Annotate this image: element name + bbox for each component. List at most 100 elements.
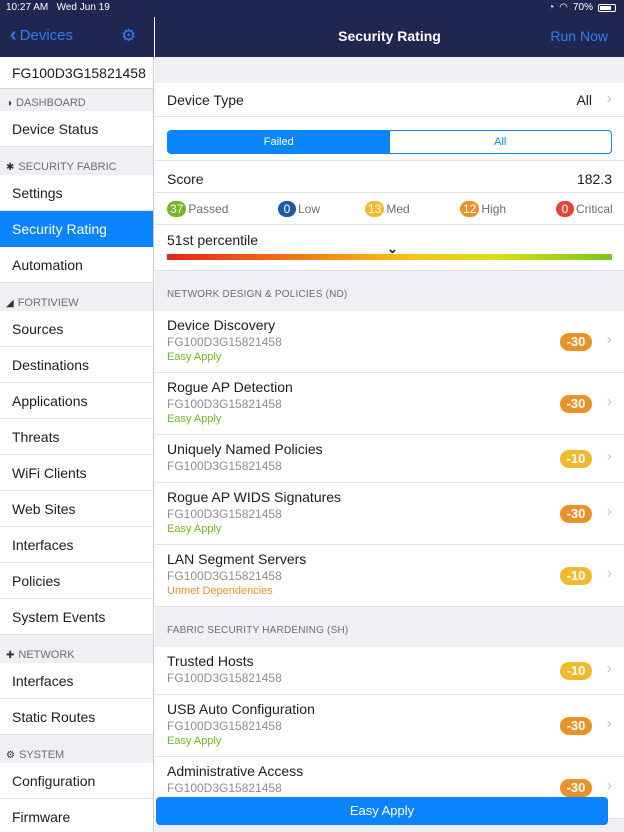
sidebar-item-destinations[interactable]: Destinations bbox=[0, 347, 153, 383]
section-fortiview: ◢ FORTIVIEW bbox=[6, 297, 79, 309]
device-serial: FG100D3G15821458 bbox=[0, 57, 153, 89]
status-right: ◔ ◠ 70% bbox=[548, 2, 616, 13]
sidebar-item-sources[interactable]: Sources bbox=[0, 311, 153, 347]
chevron-right-icon: › bbox=[606, 90, 612, 107]
chevron-right-icon: › bbox=[606, 715, 612, 732]
dashboard-icon: ◑ bbox=[6, 97, 13, 109]
sidebar-item-policies[interactable]: Policies bbox=[0, 563, 153, 599]
count-low: 0 Low bbox=[278, 201, 320, 217]
score-badge: -30 bbox=[560, 505, 592, 523]
status-bar: 10:27 AM Wed Jun 19 ◔ ◠ 70% bbox=[0, 0, 624, 17]
score-badge: -10 bbox=[560, 662, 592, 680]
run-now-button[interactable]: Run Now bbox=[550, 28, 608, 44]
sidebar-item-threats[interactable]: Threats bbox=[0, 419, 153, 455]
count-high-pill: 12 bbox=[460, 201, 480, 217]
system-icon: ⚙ bbox=[6, 749, 15, 761]
sidebar-item-settings[interactable]: Settings bbox=[0, 175, 153, 211]
section-dashboard: ◑ DASHBOARD bbox=[6, 97, 86, 109]
sidebar-item-firmware[interactable]: Firmware bbox=[0, 799, 153, 832]
chevron-right-icon: › bbox=[606, 448, 612, 465]
sidebar-item-static-routes[interactable]: Static Routes bbox=[0, 699, 153, 735]
easy-apply-tag: Easy Apply bbox=[167, 351, 222, 363]
section-system: ⚙ SYSTEM bbox=[6, 749, 65, 761]
gear-icon[interactable]: ⚙ bbox=[121, 26, 136, 46]
score-badge: -10 bbox=[560, 567, 592, 585]
network-icon: ✚ bbox=[6, 649, 15, 661]
filter-failed[interactable]: Failed bbox=[168, 131, 390, 153]
score-badge: -10 bbox=[560, 450, 592, 468]
chevron-right-icon: › bbox=[606, 331, 612, 348]
percentile-row: 51st percentile ⌄ bbox=[155, 225, 624, 271]
sidebar-item-automation[interactable]: Automation bbox=[0, 247, 153, 283]
easy-apply-tag: Easy Apply bbox=[167, 735, 222, 747]
sidebar-item-system-events[interactable]: System Events bbox=[0, 599, 153, 635]
status-time-date: 10:27 AM Wed Jun 19 bbox=[6, 2, 110, 13]
chevron-right-icon: › bbox=[606, 503, 612, 520]
list-item-trusted-hosts[interactable]: Trusted Hosts FG100D3G15821458 -10 › bbox=[155, 647, 624, 695]
list-item-uniquely-named-policies[interactable]: Uniquely Named Policies FG100D3G15821458… bbox=[155, 435, 624, 483]
chevron-right-icon: › bbox=[606, 660, 612, 677]
easy-apply-button[interactable]: Easy Apply bbox=[156, 797, 608, 825]
filter-row: Failed All bbox=[155, 117, 624, 161]
section-network: ✚ NETWORK bbox=[6, 649, 75, 661]
score-badge: -30 bbox=[560, 395, 592, 413]
device-type-label: Device Type bbox=[167, 92, 244, 108]
wifi-icon: ◠ bbox=[559, 2, 568, 13]
score-badge: -30 bbox=[560, 333, 592, 351]
counts-row: 37 Passed 0 Low 13 Med 12 High 0 Critica… bbox=[155, 193, 624, 225]
section-sh-header: FABRIC SECURITY HARDENING (SH) bbox=[167, 625, 349, 636]
unmet-dependencies-tag: Unmet Dependencies bbox=[167, 585, 273, 597]
device-type-row[interactable]: Device Type All › bbox=[155, 83, 624, 117]
list-item-device-discovery[interactable]: Device Discovery FG100D3G15821458 Easy A… bbox=[155, 311, 624, 373]
section-security-fabric: ✱ SECURITY FABRIC bbox=[6, 161, 117, 173]
sidebar-item-web-sites[interactable]: Web Sites bbox=[0, 491, 153, 527]
chevron-right-icon: › bbox=[606, 777, 612, 794]
battery-icon bbox=[598, 3, 616, 12]
main-nav-bar: Security Rating Run Now bbox=[155, 17, 624, 57]
score-value: 182.3 bbox=[576, 171, 612, 187]
sidebar: FG100D3G15821458 ◑ DASHBOARD Device Stat… bbox=[0, 57, 154, 832]
percentile-label: 51st percentile bbox=[167, 232, 259, 248]
sidebar-item-applications[interactable]: Applications bbox=[0, 383, 153, 419]
count-passed: 37 Passed bbox=[167, 201, 228, 217]
count-high: 12 High bbox=[460, 201, 506, 217]
count-med: 13 Med bbox=[365, 201, 410, 217]
chevron-right-icon: › bbox=[606, 393, 612, 410]
device-type-value: All bbox=[576, 92, 592, 108]
sidebar-item-security-rating[interactable]: Security Rating bbox=[0, 211, 153, 247]
count-critical-pill: 0 bbox=[556, 201, 574, 217]
count-critical: 0 Critical bbox=[556, 201, 613, 217]
sidebar-item-device-status[interactable]: Device Status bbox=[0, 111, 153, 147]
list-item-lan-segment-servers[interactable]: LAN Segment Servers FG100D3G15821458 Unm… bbox=[155, 545, 624, 607]
fortiview-icon: ◢ bbox=[6, 297, 14, 309]
chevron-right-icon: › bbox=[606, 565, 612, 582]
battery-percent: 70% bbox=[572, 2, 593, 13]
count-low-pill: 0 bbox=[278, 201, 296, 217]
sidebar-nav-bar: ‹ Devices ⚙ bbox=[0, 17, 154, 57]
filter-segmented-control[interactable]: Failed All bbox=[167, 130, 612, 154]
sidebar-item-interfaces[interactable]: Interfaces bbox=[0, 527, 153, 563]
main-content: Device Type All › Failed All Score 182.3… bbox=[155, 57, 624, 832]
list-item-rogue-ap-detection[interactable]: Rogue AP Detection FG100D3G15821458 Easy… bbox=[155, 373, 624, 435]
chevron-left-icon: ‹ bbox=[10, 24, 17, 46]
rotation-lock-icon: ◔ bbox=[548, 2, 555, 13]
score-badge: -30 bbox=[560, 779, 592, 797]
list-item-usb-auto-configuration[interactable]: USB Auto Configuration FG100D3G15821458 … bbox=[155, 695, 624, 757]
easy-apply-tag: Easy Apply bbox=[167, 413, 222, 425]
back-button[interactable]: ‹ Devices bbox=[10, 24, 74, 46]
back-label: Devices bbox=[19, 26, 74, 44]
easy-apply-tag: Easy Apply bbox=[167, 523, 222, 535]
sidebar-item-network-interfaces[interactable]: Interfaces bbox=[0, 663, 153, 699]
fabric-icon: ✱ bbox=[6, 161, 15, 173]
sidebar-item-configuration[interactable]: Configuration bbox=[0, 763, 153, 799]
section-nd-header: NETWORK DESIGN & POLICIES (ND) bbox=[167, 289, 348, 300]
count-med-pill: 13 bbox=[365, 201, 385, 217]
score-badge: -30 bbox=[560, 717, 592, 735]
filter-all[interactable]: All bbox=[390, 131, 612, 153]
list-item-rogue-ap-wids[interactable]: Rogue AP WIDS Signatures FG100D3G1582145… bbox=[155, 483, 624, 545]
sidebar-item-wifi-clients[interactable]: WiFi Clients bbox=[0, 455, 153, 491]
percentile-gradient-bar bbox=[167, 254, 612, 260]
score-label: Score bbox=[167, 171, 204, 187]
count-passed-pill: 37 bbox=[167, 201, 187, 217]
score-row: Score 182.3 bbox=[155, 161, 624, 193]
